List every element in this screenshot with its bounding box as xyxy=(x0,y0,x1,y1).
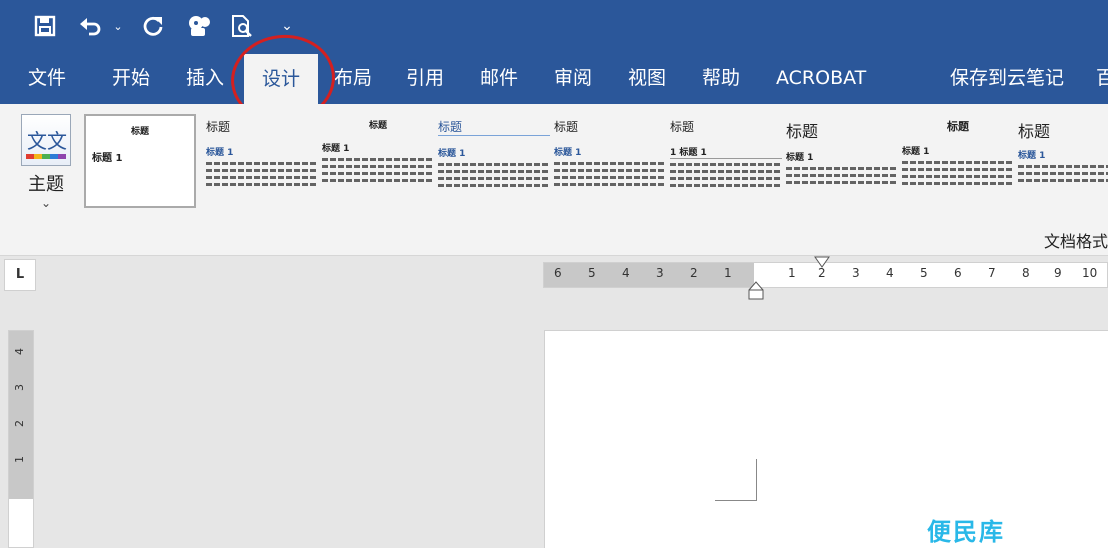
first-line-indent-marker[interactable] xyxy=(814,256,830,268)
tab-overflow[interactable]: 百 xyxy=(1096,52,1108,104)
undo-dropdown-icon[interactable]: ⌄ xyxy=(110,9,126,43)
document-formatting-group-label: 文档格式 xyxy=(1043,232,1108,251)
document-page[interactable] xyxy=(544,330,1108,548)
touch-mode-icon[interactable] xyxy=(182,9,216,43)
tab-view[interactable]: 视图 xyxy=(628,52,666,104)
tab-layout[interactable]: 布局 xyxy=(334,52,372,104)
tab-home[interactable]: 开始 xyxy=(112,52,150,104)
quick-access-toolbar: ⌄ ⌄ xyxy=(0,0,1108,52)
customize-toolbar-icon[interactable]: ⌄ xyxy=(278,9,296,43)
tab-acrobat[interactable]: ACROBAT xyxy=(776,52,866,104)
tab-file[interactable]: 文件 xyxy=(28,52,66,104)
theme-icon: 文文 xyxy=(21,114,71,166)
print-preview-icon[interactable] xyxy=(226,9,258,43)
tab-save-to-cloud-notes[interactable]: 保存到云笔记 xyxy=(950,52,1064,104)
tab-design[interactable]: 设计 xyxy=(244,54,319,104)
style-set-item[interactable]: 标题 标题 1 xyxy=(438,118,550,208)
chevron-down-icon: ⌄ xyxy=(40,196,52,210)
save-icon[interactable] xyxy=(30,9,60,43)
style-set-item[interactable]: 标题 标题 1 xyxy=(786,118,898,208)
redo-icon[interactable] xyxy=(138,9,168,43)
vertical-ruler[interactable]: 4 3 2 1 xyxy=(8,330,34,548)
style-set-item[interactable]: 标题 1 标题 1 xyxy=(670,118,782,208)
tab-insert[interactable]: 插入 xyxy=(186,52,224,104)
style-set-item[interactable]: 标题 标题 1 xyxy=(322,118,434,208)
undo-icon[interactable] xyxy=(76,9,106,43)
tab-selector[interactable]: L xyxy=(4,259,36,291)
style-set-item[interactable]: 标题 标题 1 xyxy=(1018,118,1108,208)
page-margin-corner-mark xyxy=(715,459,757,501)
style-set-item[interactable]: 标题 标题 1 xyxy=(84,114,196,208)
tab-references[interactable]: 引用 xyxy=(406,52,444,104)
tab-review[interactable]: 审阅 xyxy=(554,52,592,104)
themes-label: 主题 xyxy=(28,174,64,195)
watermark: 便民库 xyxy=(927,518,1005,546)
tab-mailings[interactable]: 邮件 xyxy=(480,52,518,104)
style-set-gallery: 标题 标题 1 标题 标题 1 标题 标题 1 标题 标题 1 标题 标题 1 … xyxy=(82,114,1108,210)
style-set-item[interactable]: 标题 标题 1 xyxy=(206,118,318,208)
themes-button[interactable]: 文文 主题 ⌄ xyxy=(14,112,78,212)
tab-help[interactable]: 帮助 xyxy=(702,52,740,104)
hanging-indent-marker[interactable] xyxy=(748,280,764,300)
design-ribbon: 文文 主题 ⌄ 标题 标题 1 标题 标题 1 标题 标题 1 标题 标题 1 … xyxy=(0,104,1108,256)
style-set-item[interactable]: 标题 标题 1 xyxy=(902,118,1014,208)
ribbon-tab-bar: 文件 开始 插入 设计 布局 引用 邮件 审阅 视图 帮助 ACROBAT 保存… xyxy=(0,52,1108,104)
style-set-item[interactable]: 标题 标题 1 xyxy=(554,118,666,208)
